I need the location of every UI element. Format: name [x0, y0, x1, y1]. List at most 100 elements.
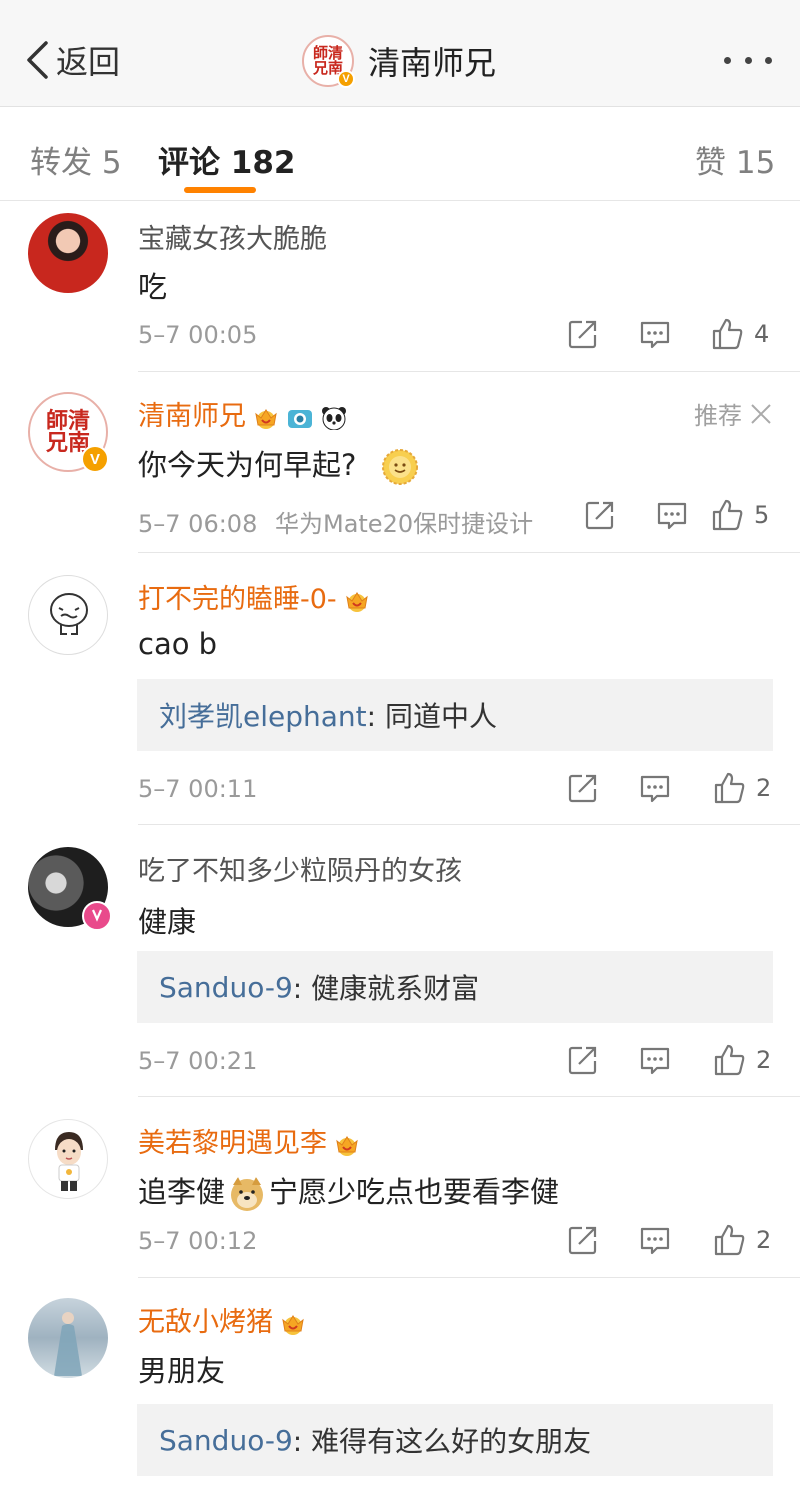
comment-author[interactable]: 吃了不知多少粒陨丹的女孩	[138, 849, 462, 888]
reply-text: : 健康就系财富	[292, 972, 480, 1005]
reply-text: : 同道中人	[366, 700, 497, 733]
avatar[interactable]	[28, 1119, 108, 1199]
share-button[interactable]	[566, 1223, 600, 1257]
reply-button[interactable]	[655, 498, 689, 532]
like-button[interactable]: 2	[712, 1223, 771, 1257]
reply-button[interactable]	[638, 317, 672, 351]
crown-icon	[333, 1133, 361, 1157]
comment-actions: 4	[566, 317, 776, 357]
comment-meta: 5–7 06:08 华为Mate20保时捷设计	[138, 504, 533, 539]
comment-text: 男朋友	[138, 1354, 226, 1388]
recommend-dismiss[interactable]: 推荐	[694, 396, 772, 431]
back-button[interactable]: 返回	[24, 38, 120, 82]
comment-text: cao b	[138, 627, 218, 661]
thumbs-up-icon	[710, 317, 744, 351]
comment-device[interactable]: 华为Mate20保时捷设计	[275, 510, 533, 538]
cartoon-boy-avatar-icon	[55, 1132, 83, 1191]
share-button[interactable]	[583, 498, 617, 532]
share-button[interactable]	[566, 771, 600, 805]
chevron-left-icon	[27, 41, 48, 79]
crown-icon	[279, 1312, 307, 1336]
nav-avatar: 師清兄南 V	[302, 35, 355, 88]
photo-avatar-icon	[54, 1312, 82, 1376]
tab-bar: 转发 5 评论 182 赞 15	[0, 107, 800, 201]
doge-emoji-icon	[231, 1177, 264, 1211]
comment-item: 打不完的瞌睡-0- cao b 刘孝凯elephant: 同道中人 5–7 00…	[0, 553, 800, 824]
comment-author[interactable]: 清南师兄	[138, 394, 348, 433]
vip-badge-icon	[82, 901, 112, 931]
comment-time: 5–7 00:12	[138, 1227, 258, 1255]
comment-author[interactable]: 无敌小烤猪	[138, 1300, 307, 1339]
like-button[interactable]: 2	[712, 771, 771, 805]
comment-text-row: 追李健 宁愿少吃点也要看李健	[138, 1169, 559, 1213]
reply-button[interactable]	[638, 771, 672, 805]
avatar[interactable]	[28, 213, 108, 293]
like-button[interactable]: 4	[710, 317, 769, 351]
share-button[interactable]	[566, 317, 600, 351]
comment-item: 師清兄南 V 清南师兄 推荐 你今天为何早起? 5–7 06:08 华为Mate…	[0, 372, 800, 552]
ghost-avatar-icon	[50, 593, 88, 635]
tab-likes[interactable]: 赞 15	[695, 137, 775, 182]
reply-preview[interactable]: Sanduo-9: 健康就系财富	[137, 951, 773, 1023]
comment-text-part: 宁愿少吃点也要看李健	[269, 1175, 560, 1209]
share-icon	[566, 317, 600, 351]
avatar[interactable]	[28, 847, 112, 931]
comment-time: 5–7 06:08	[138, 510, 258, 538]
comment-time: 5–7 00:05	[138, 321, 258, 349]
nav-bar: 返回 師清兄南 V 清南师兄	[0, 0, 800, 107]
author-name: 打不完的瞌睡-0-	[138, 584, 337, 615]
verified-icon: V	[81, 445, 109, 473]
like-count: 2	[756, 774, 772, 802]
comment-time: 5–7 00:11	[138, 775, 258, 803]
comment-icon	[638, 771, 672, 805]
author-name: 无敌小烤猪	[138, 1307, 273, 1338]
reply-button[interactable]	[638, 1223, 672, 1257]
nav-title-group[interactable]: 師清兄南 V 清南师兄	[302, 34, 496, 88]
more-dot-icon	[765, 56, 772, 64]
crown-icon	[252, 406, 280, 430]
like-count: 5	[754, 501, 770, 529]
comment-author[interactable]: 宝藏女孩大脆脆	[138, 217, 327, 256]
panda-icon	[322, 406, 346, 430]
reply-user[interactable]: 刘孝凯elephant	[159, 695, 367, 735]
comment-actions: 2	[566, 771, 776, 811]
reply-user[interactable]: Sanduo-9	[159, 971, 293, 1004]
comment-item: 无敌小烤猪 男朋友 Sanduo-9: 难得有这么好的女朋友	[0, 1278, 800, 1485]
author-name: 清南师兄	[138, 401, 246, 432]
bunny-icon	[91, 909, 103, 922]
thumbs-up-icon	[712, 1043, 746, 1077]
like-button[interactable]: 5	[710, 498, 769, 532]
share-icon	[566, 1223, 600, 1257]
reply-preview[interactable]: 刘孝凯elephant: 同道中人	[137, 679, 773, 751]
crown-icon	[343, 589, 371, 613]
avatar[interactable]	[28, 575, 108, 655]
like-button[interactable]: 2	[712, 1043, 771, 1077]
comment-text-part: 追李健	[138, 1175, 226, 1209]
comment-author[interactable]: 美若黎明遇见李	[138, 1121, 361, 1160]
share-button[interactable]	[566, 1043, 600, 1077]
like-count: 4	[754, 320, 770, 348]
reply-text: : 难得有这么好的女朋友	[292, 1425, 592, 1458]
comment-text: 吃	[138, 270, 168, 304]
share-icon	[566, 771, 600, 805]
verified-icon: V	[337, 70, 355, 88]
tab-repost[interactable]: 转发 5	[30, 137, 122, 182]
tab-comments[interactable]: 评论 182	[158, 137, 296, 182]
avatar[interactable]	[28, 1298, 108, 1378]
camera-icon	[288, 409, 312, 428]
thumbs-up-icon	[712, 1223, 746, 1257]
reply-preview[interactable]: Sanduo-9: 难得有这么好的女朋友	[137, 1404, 773, 1476]
more-dot-icon	[724, 56, 731, 64]
avatar[interactable]: 師清兄南 V	[28, 392, 109, 473]
comment-actions: 2	[566, 1223, 776, 1263]
comment-icon	[655, 498, 689, 532]
author-name: 美若黎明遇见李	[138, 1128, 327, 1159]
reply-user[interactable]: Sanduo-9	[159, 1424, 293, 1457]
recommend-label: 推荐	[694, 402, 742, 430]
comment-author[interactable]: 打不完的瞌睡-0-	[138, 577, 371, 616]
comment-item: 美若黎明遇见李 追李健 宁愿少吃点也要看李健 5–7 00:12 2	[0, 1097, 800, 1277]
reply-button[interactable]	[638, 1043, 672, 1077]
more-dot-icon	[744, 56, 752, 64]
share-icon	[583, 498, 617, 532]
more-button[interactable]	[724, 50, 772, 70]
